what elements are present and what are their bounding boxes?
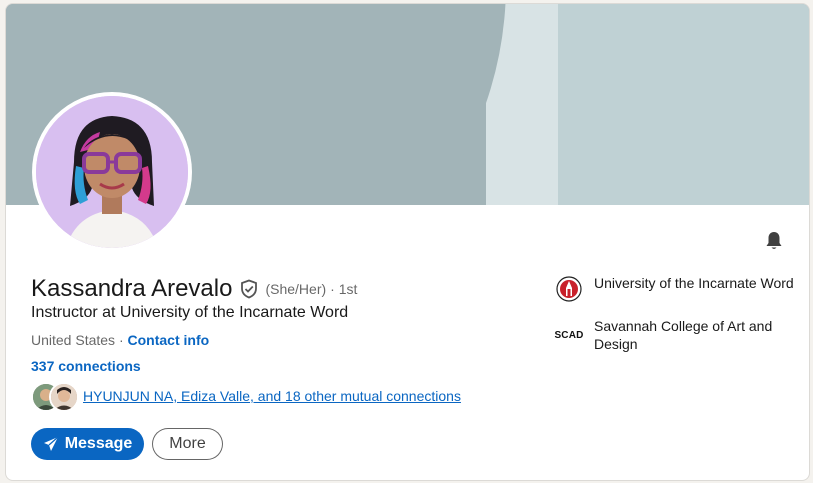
name-row: Kassandra Arevalo (She/Her) · 1st [31, 275, 357, 303]
location-text: United States · [31, 332, 124, 348]
education-item-scad[interactable]: SCAD Savannah College of Art and Design [554, 317, 796, 353]
uiw-seal-icon [556, 276, 582, 302]
mutual-avatar [49, 382, 79, 412]
scad-logo-text: SCAD [554, 329, 584, 341]
mutual-name-1[interactable]: HYUNJUN NA [83, 388, 173, 404]
verified-shield-icon[interactable] [239, 279, 259, 299]
education-label: Savannah College of Art and Design [594, 318, 773, 352]
profile-photo-image [36, 96, 188, 248]
mutual-rest: , and 18 other mutual connections [250, 388, 461, 404]
mutual-connections-text[interactable]: HYUNJUN NA, Ediza Valle, and 18 other mu… [83, 388, 461, 404]
mutual-connections[interactable]: HYUNJUN NA, Ediza Valle, and 18 other mu… [31, 381, 461, 412]
send-icon [43, 436, 59, 451]
more-button-label: More [169, 435, 206, 452]
scad-logo: SCAD [554, 319, 584, 345]
location-row: United States · Contact info [31, 332, 209, 348]
notification-bell-icon[interactable] [762, 229, 786, 253]
contact-info-link[interactable]: Contact info [128, 332, 210, 348]
connections-link[interactable]: 337 connections [31, 358, 141, 374]
education-item-uiw[interactable]: University of the Incarnate Word [556, 274, 796, 302]
message-button-label: Message [64, 435, 133, 452]
portrait-illustration [36, 96, 188, 248]
more-button[interactable]: More [152, 428, 223, 460]
mutual-avatars [31, 381, 79, 412]
profile-name: Kassandra Arevalo [31, 275, 233, 302]
connection-degree: · 1st [330, 281, 358, 297]
education-label: University of the Incarnate Word [594, 275, 794, 291]
profile-card: Kassandra Arevalo (She/Her) · 1st Instru… [5, 3, 810, 481]
pronouns: (She/Her) [265, 281, 327, 297]
banner-panel [558, 4, 809, 205]
mutual-name-2[interactable]: Ediza Valle [181, 388, 250, 404]
profile-headline: Instructor at University of the Incarnat… [31, 304, 349, 321]
profile-photo[interactable] [32, 92, 192, 252]
message-button[interactable]: Message [31, 428, 144, 460]
